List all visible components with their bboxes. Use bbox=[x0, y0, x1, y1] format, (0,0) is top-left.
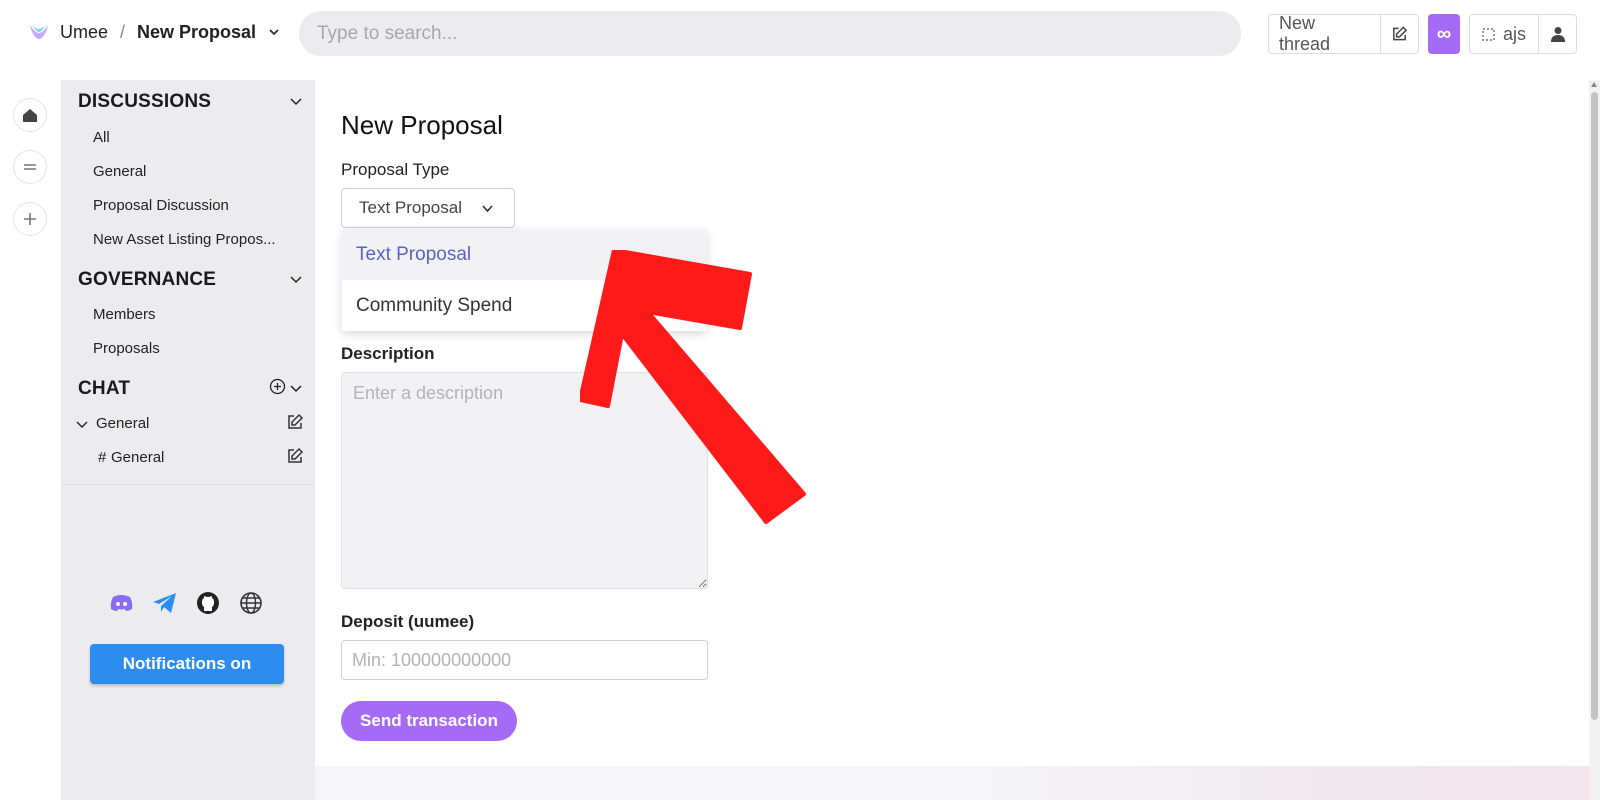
social-links bbox=[109, 590, 263, 615]
left-rail bbox=[0, 80, 61, 800]
account-button[interactable]: ajs bbox=[1470, 15, 1538, 53]
breadcrumb: Umee / New Proposal bbox=[28, 21, 280, 43]
menu-button[interactable] bbox=[13, 150, 47, 184]
option-text-proposal[interactable]: Text Proposal bbox=[342, 229, 707, 280]
top-bar: Umee / New Proposal New thread ∞ ajs bbox=[0, 0, 1600, 80]
chevron-down-icon[interactable] bbox=[289, 272, 303, 286]
sidebar-item-all[interactable]: All bbox=[93, 129, 293, 146]
chevron-down-icon[interactable] bbox=[76, 418, 88, 430]
new-thread-group: New thread bbox=[1268, 13, 1419, 54]
sidebar-item-new-asset-listing[interactable]: New Asset Listing Propos... bbox=[93, 231, 293, 248]
proposal-type-select[interactable]: Text Proposal bbox=[341, 188, 515, 228]
chevron-down-icon bbox=[482, 205, 493, 213]
sidebar-item-members[interactable]: Members bbox=[93, 306, 293, 323]
globe-icon[interactable] bbox=[238, 590, 263, 615]
breadcrumb-separator: / bbox=[120, 21, 126, 42]
chevron-down-icon[interactable] bbox=[289, 381, 303, 395]
sidebar: DISCUSSIONS All General Proposal Discuss… bbox=[61, 80, 315, 800]
proposal-type-label: Proposal Type bbox=[341, 160, 450, 179]
add-circle-icon[interactable] bbox=[269, 378, 286, 395]
send-transaction-button[interactable]: Send transaction bbox=[341, 701, 517, 741]
chevron-down-icon[interactable] bbox=[268, 26, 280, 38]
edit-icon[interactable] bbox=[286, 413, 304, 431]
community-name[interactable]: Umee bbox=[60, 22, 108, 43]
username: ajs bbox=[1502, 23, 1526, 44]
home-icon bbox=[23, 109, 37, 122]
section-governance-title[interactable]: GOVERNANCE bbox=[78, 269, 216, 291]
deposit-input[interactable] bbox=[341, 640, 708, 680]
account-grid-icon bbox=[1482, 27, 1495, 41]
chevron-down-icon[interactable] bbox=[289, 94, 303, 108]
channel-hash-icon: # bbox=[98, 449, 107, 466]
github-icon[interactable] bbox=[195, 590, 220, 615]
compose-button[interactable] bbox=[1380, 15, 1418, 53]
umee-logo-icon[interactable] bbox=[28, 21, 50, 43]
section-discussions-title[interactable]: DISCUSSIONS bbox=[78, 91, 211, 113]
footer-strip bbox=[315, 766, 1589, 800]
pencil-square-icon bbox=[1393, 26, 1408, 41]
scrollbar[interactable] bbox=[1589, 80, 1600, 800]
page-title: New Proposal bbox=[341, 110, 503, 140]
discord-icon[interactable] bbox=[109, 590, 134, 615]
new-thread-button[interactable]: New thread bbox=[1269, 13, 1380, 54]
sidebar-item-proposal-discussion[interactable]: Proposal Discussion bbox=[93, 197, 293, 214]
edit-icon[interactable] bbox=[286, 447, 304, 465]
home-button[interactable] bbox=[13, 98, 47, 132]
chat-group-general[interactable]: General bbox=[96, 415, 296, 432]
deposit-label: Deposit (uumee) bbox=[341, 612, 475, 631]
sidebar-item-general[interactable]: General bbox=[93, 163, 293, 180]
option-community-spend[interactable]: Community Spend bbox=[342, 280, 707, 331]
telegram-icon[interactable] bbox=[152, 590, 177, 615]
divider bbox=[61, 484, 315, 485]
breadcrumb-current-page[interactable]: New Proposal bbox=[137, 22, 256, 43]
add-community-button[interactable] bbox=[13, 202, 47, 236]
search-input[interactable] bbox=[299, 11, 1241, 56]
description-label: Description bbox=[341, 344, 435, 363]
chat-channel-general[interactable]: General bbox=[111, 449, 311, 466]
notifications-button[interactable]: Notifications on bbox=[90, 644, 284, 684]
scroll-up-arrow-icon[interactable] bbox=[1591, 82, 1597, 87]
main-content: New Proposal Proposal Type Text Proposal… bbox=[315, 80, 1589, 800]
user-icon bbox=[1550, 27, 1565, 42]
menu-icon bbox=[24, 164, 36, 170]
infinity-button[interactable]: ∞ bbox=[1428, 14, 1460, 54]
section-chat-title[interactable]: CHAT bbox=[78, 378, 130, 400]
description-textarea[interactable] bbox=[341, 372, 708, 589]
proposal-type-dropdown: Text Proposal Community Spend bbox=[342, 229, 707, 331]
scrollbar-thumb[interactable] bbox=[1591, 92, 1598, 720]
sidebar-item-proposals[interactable]: Proposals bbox=[93, 340, 293, 357]
user-menu-group: ajs bbox=[1469, 14, 1577, 54]
proposal-type-value: Text Proposal bbox=[359, 198, 462, 217]
profile-button[interactable] bbox=[1538, 15, 1576, 53]
plus-icon bbox=[24, 213, 36, 225]
